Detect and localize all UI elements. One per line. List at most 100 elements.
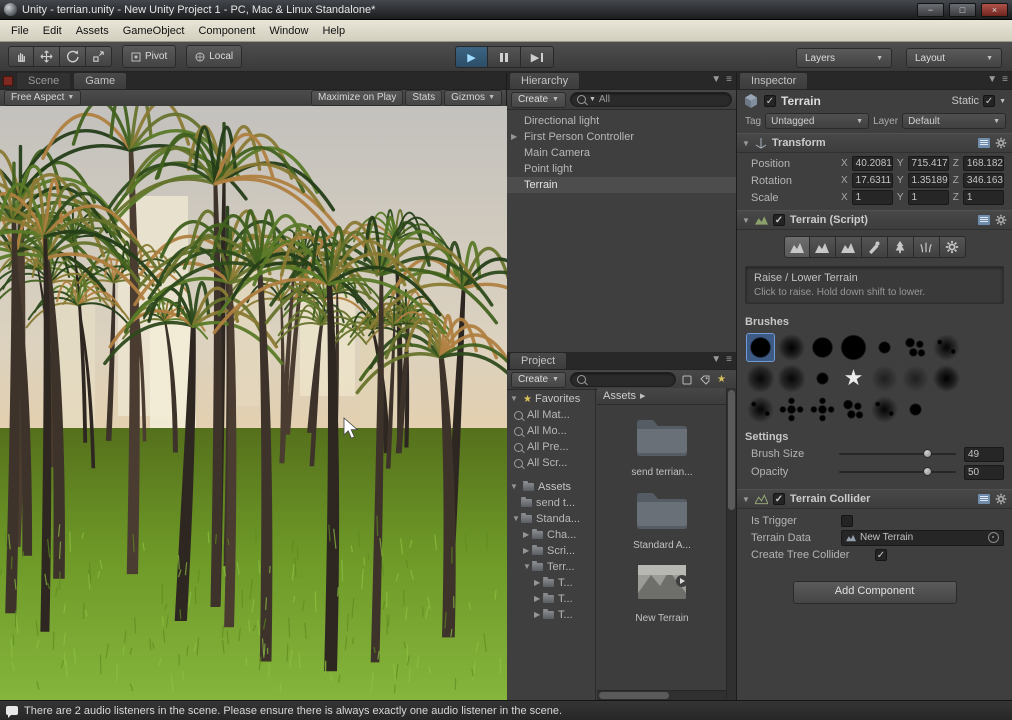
menu-file[interactable]: File (4, 23, 36, 39)
create-tree-collider-checkbox[interactable]: ✓ (875, 548, 887, 561)
help-book-icon[interactable] (978, 138, 990, 148)
rotation-z-field[interactable]: 346.163 (962, 173, 1005, 188)
layer-dropdown[interactable]: Default ▼ (902, 113, 1007, 129)
fold-arrow[interactable]: ▶ (534, 575, 540, 591)
gizmos-dropdown[interactable]: Gizmos ▼ (444, 90, 502, 106)
brush-7[interactable] (747, 365, 774, 392)
place-trees-button[interactable] (887, 236, 914, 258)
maximize-button[interactable]: □ (949, 2, 976, 17)
slider-knob[interactable] (923, 449, 933, 458)
opacity-slider[interactable] (839, 467, 956, 476)
menu-gameobject[interactable]: GameObject (116, 23, 192, 39)
stats-button[interactable]: Stats (405, 90, 443, 106)
terrain-data-object-field[interactable]: New Terrain (841, 529, 1004, 546)
fold-arrow[interactable]: ▼ (510, 391, 518, 407)
horizontal-scrollbar[interactable] (597, 690, 727, 700)
layers-dropdown[interactable]: Layers ▼ (796, 48, 892, 68)
hand-tool-button[interactable] (8, 46, 34, 67)
paint-height-button[interactable] (809, 236, 836, 258)
project-search-input[interactable] (569, 372, 676, 387)
tab-scene[interactable]: Scene (16, 72, 72, 89)
asset-folder-standa-1[interactable]: ▼ Standa... (507, 511, 595, 527)
panel-dropdown-icon[interactable]: ▼ (711, 354, 721, 365)
breadcrumb[interactable]: Assets ▶ (597, 388, 727, 405)
hierarchy-item-directional-light[interactable]: Directional light (507, 113, 736, 129)
brush-5[interactable] (902, 334, 929, 361)
brush-size-field[interactable]: 49 (964, 446, 1004, 462)
brush-9[interactable] (809, 365, 836, 392)
scale-tool-button[interactable] (86, 46, 112, 67)
hierarchy-search-input[interactable]: ▼ All (569, 92, 732, 107)
fold-arrow[interactable]: ▼ (742, 495, 750, 504)
position-y-field[interactable]: 715.417 (907, 156, 949, 171)
minimize-button[interactable]: − (917, 2, 944, 17)
brush-12[interactable] (902, 365, 929, 392)
asset-folder-terr-4[interactable]: ▼ Terr... (507, 559, 595, 575)
fold-arrow[interactable]: ▶ (534, 607, 540, 623)
asset-folder-t-5[interactable]: ▶ T... (507, 575, 595, 591)
step-button[interactable]: ▶ (521, 46, 554, 68)
brush-1[interactable] (778, 334, 805, 361)
brush-3[interactable] (840, 334, 867, 361)
menu-help[interactable]: Help (315, 23, 352, 39)
maximize-on-play-button[interactable]: Maximize on Play (311, 90, 404, 106)
object-name[interactable]: Terrain (781, 94, 947, 108)
position-z-field[interactable]: 168.182 (962, 156, 1005, 171)
vertical-scrollbar[interactable] (726, 388, 736, 700)
gear-icon[interactable] (995, 493, 1007, 505)
help-book-icon[interactable] (978, 494, 990, 504)
rotate-tool-button[interactable] (60, 46, 86, 67)
slider-knob[interactable] (923, 467, 933, 476)
asset-folder-t-7[interactable]: ▶ T... (507, 607, 595, 623)
close-button[interactable]: × (981, 2, 1008, 17)
fold-arrow[interactable]: ▼ (510, 479, 518, 495)
brush-19[interactable] (902, 396, 929, 423)
search-by-label-button[interactable] (698, 373, 712, 387)
terrain-script-header[interactable]: ▼ ✓ Terrain (Script) (737, 210, 1012, 230)
asset-folder-scri-3[interactable]: ▶ Scri... (507, 543, 595, 559)
static-checkbox[interactable]: ✓ (983, 95, 996, 107)
component-enabled-checkbox[interactable]: ✓ (772, 214, 785, 226)
fold-arrow[interactable]: ▼ (512, 511, 520, 527)
brush-10[interactable]: ★ (840, 365, 867, 392)
tag-dropdown[interactable]: Untagged ▼ (765, 113, 870, 129)
tab-hierarchy[interactable]: Hierarchy (509, 72, 581, 89)
favorite-all-mat[interactable]: All Mat... (507, 407, 595, 423)
asset-thumbnail-send-terrian[interactable]: send terrian... (597, 405, 727, 478)
asset-folder-send-t-0[interactable]: send t... (507, 495, 595, 511)
component-enabled-checkbox[interactable]: ✓ (772, 493, 785, 505)
menu-window[interactable]: Window (262, 23, 315, 39)
brush-0[interactable] (746, 333, 775, 362)
fold-arrow[interactable]: ▼ (742, 216, 750, 225)
status-bar[interactable]: There are 2 audio listeners in the scene… (0, 700, 1012, 720)
fold-arrow[interactable]: ▼ (742, 139, 750, 148)
fold-arrow[interactable]: ▼ (523, 559, 531, 575)
search-by-type-button[interactable] (680, 373, 694, 387)
brush-8[interactable] (778, 365, 805, 392)
hierarchy-item-point-light[interactable]: Point light (507, 161, 736, 177)
menu-assets[interactable]: Assets (69, 23, 116, 39)
brush-18[interactable] (871, 396, 898, 423)
asset-folder-t-6[interactable]: ▶ T... (507, 591, 595, 607)
asset-thumbnail-new-terrain[interactable]: New Terrain (597, 551, 727, 624)
add-component-button[interactable]: Add Component (792, 581, 957, 604)
brush-13[interactable] (933, 365, 960, 392)
gear-icon[interactable] (995, 214, 1007, 226)
panel-dropdown-icon[interactable]: ▼ (987, 74, 997, 85)
game-viewport[interactable] (0, 106, 507, 700)
panel-menu-icon[interactable]: ≡ (726, 354, 732, 365)
hierarchy-item-terrain[interactable]: Terrain (507, 177, 736, 193)
paint-details-button[interactable] (913, 236, 940, 258)
terrain-collider-header[interactable]: ▼ ✓ Terrain Collider (737, 489, 1012, 509)
brush-15[interactable] (778, 396, 805, 423)
hierarchy-create-button[interactable]: Create ▼ (511, 91, 566, 108)
fold-arrow[interactable]: ▶ (534, 591, 540, 607)
fold-arrow[interactable]: ▶ (523, 543, 529, 559)
assets-section[interactable]: ▼ Assets (507, 479, 595, 495)
pivot-toggle-button[interactable]: Pivot (122, 45, 177, 68)
active-checkbox[interactable]: ✓ (764, 95, 776, 107)
rotation-y-field[interactable]: 1.35189 (907, 173, 949, 188)
tab-inspector[interactable]: Inspector (739, 72, 809, 89)
help-book-icon[interactable] (978, 215, 990, 225)
raise-lower-terrain-button[interactable] (783, 236, 810, 258)
